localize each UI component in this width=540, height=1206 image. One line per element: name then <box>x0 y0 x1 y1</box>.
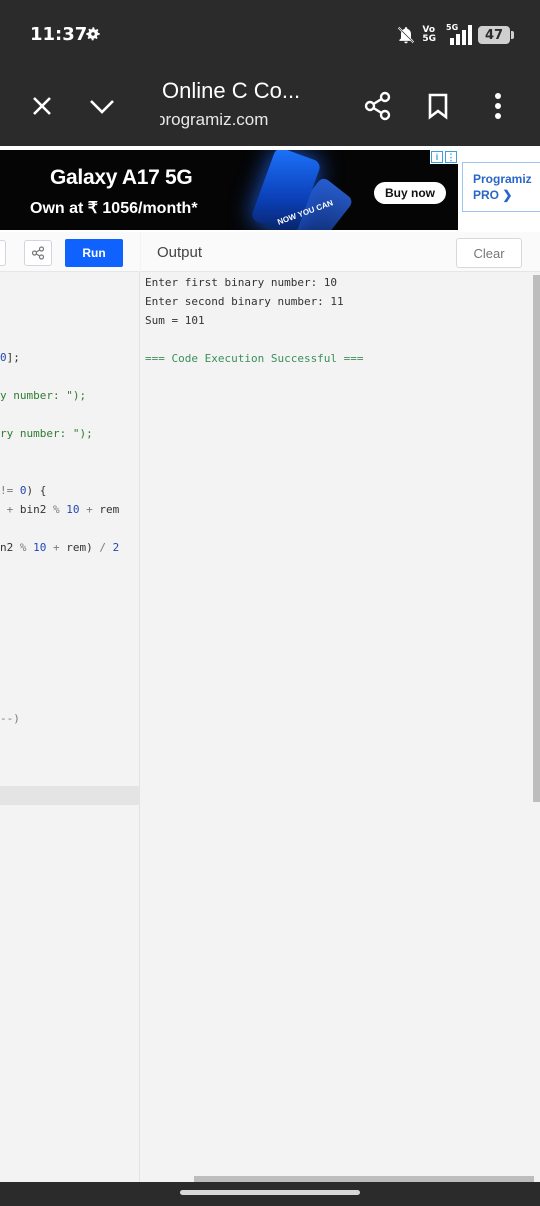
code-token: 0 <box>19 484 27 497</box>
execution-success-message: === Code Execution Successful === <box>145 352 364 365</box>
code-token: rem) <box>66 541 100 554</box>
code-token: y number: "); <box>0 389 87 402</box>
code-token: rem <box>99 503 120 516</box>
code-token: + <box>53 541 67 554</box>
vertical-scrollbar[interactable] <box>533 275 540 802</box>
battery-icon: 47 <box>478 26 514 44</box>
clear-button[interactable]: Clear <box>456 238 522 268</box>
buy-now-button[interactable]: Buy now <box>374 182 446 204</box>
mute-bell-icon <box>398 26 415 44</box>
code-token: / <box>99 541 113 554</box>
code-token: --) <box>0 712 20 725</box>
pro-line1: Programiz <box>473 172 532 186</box>
code-line[interactable]: --) <box>0 712 20 725</box>
share-icon <box>31 246 45 260</box>
code-token: n2 <box>0 541 20 554</box>
close-icon[interactable] <box>24 88 60 124</box>
pro-line2: PRO ❯ <box>473 188 513 202</box>
volte-indicator: Vo 5G <box>422 26 436 44</box>
code-token: + <box>86 503 100 516</box>
page-url[interactable]: programiz.com <box>160 110 290 130</box>
home-gesture-handle[interactable] <box>180 1190 360 1195</box>
code-token: ]; <box>6 351 20 364</box>
code-token: + <box>0 503 20 516</box>
output-title: Output <box>157 244 203 261</box>
signal-strength-icon: 5G <box>442 23 472 46</box>
code-line[interactable]: n2 % 10 + rem) / 2 <box>0 541 119 554</box>
code-token: != <box>0 484 20 497</box>
more-menu-icon[interactable] <box>480 88 516 124</box>
clock: 11:37 <box>30 24 88 45</box>
active-line-highlight <box>0 786 140 805</box>
code-line[interactable]: != 0) { <box>0 484 46 497</box>
code-line[interactable]: y number: "); <box>0 389 86 402</box>
code-line[interactable]: ry number: "); <box>0 427 93 440</box>
ad-bar: Galaxy A17 5G Own at ₹ 1056/month* NOW Y… <box>0 146 540 232</box>
programiz-pro-link[interactable]: Programiz PRO ❯ <box>462 162 540 212</box>
custom-tab-toolbar: Online C Co... programiz.com <box>0 70 540 146</box>
ad-choices-icon[interactable]: i ⋮ <box>430 150 458 164</box>
code-line[interactable]: 0]; <box>0 351 20 364</box>
output-panel: Output Clear Enter first binary number: … <box>141 232 540 1182</box>
code-token: 0 <box>0 351 7 364</box>
code-token: 10 <box>66 503 87 516</box>
code-token: ry number: "); <box>0 427 93 440</box>
chevron-down-icon[interactable] <box>84 88 120 124</box>
code-editor[interactable]: Run 0]; y number: "); ry number: "); != 0) … <box>0 232 140 1182</box>
run-button[interactable]: Run <box>65 239 123 267</box>
volte-bottom: 5G <box>422 34 436 44</box>
editor-header: Run <box>0 232 140 272</box>
output-line: Enter first binary number: 10 <box>145 276 338 289</box>
status-icons: Vo 5G 5G 47 <box>396 22 514 48</box>
ad-title: Galaxy A17 5G <box>50 166 193 189</box>
output-line: Sum = 101 <box>145 314 205 327</box>
code-line[interactable]: + bin2 % 10 + rem <box>0 503 120 516</box>
galaxy-ad-banner[interactable]: Galaxy A17 5G Own at ₹ 1056/month* NOW Y… <box>0 150 458 230</box>
ad-subtitle: Own at ₹ 1056/month* <box>30 200 198 217</box>
code-token: 10 <box>33 541 53 554</box>
share-icon[interactable] <box>360 88 396 124</box>
bookmark-icon[interactable] <box>420 88 456 124</box>
settings-gear-icon <box>86 27 100 41</box>
code-token: % <box>53 503 67 516</box>
status-bar: 11:37 Vo 5G 5G 47 <box>0 0 540 70</box>
page-title[interactable]: Online C Co... <box>162 78 300 104</box>
output-header: Output Clear <box>141 232 540 272</box>
code-token: 2 <box>112 541 120 554</box>
theme-button-edge[interactable] <box>0 240 6 266</box>
code-token: % <box>19 541 34 554</box>
code-token: bin2 <box>19 503 53 516</box>
navigation-bar <box>0 1182 540 1206</box>
code-token: ) { <box>26 484 47 497</box>
output-line: Enter second binary number: 11 <box>145 295 344 308</box>
share-code-button[interactable] <box>24 240 52 266</box>
